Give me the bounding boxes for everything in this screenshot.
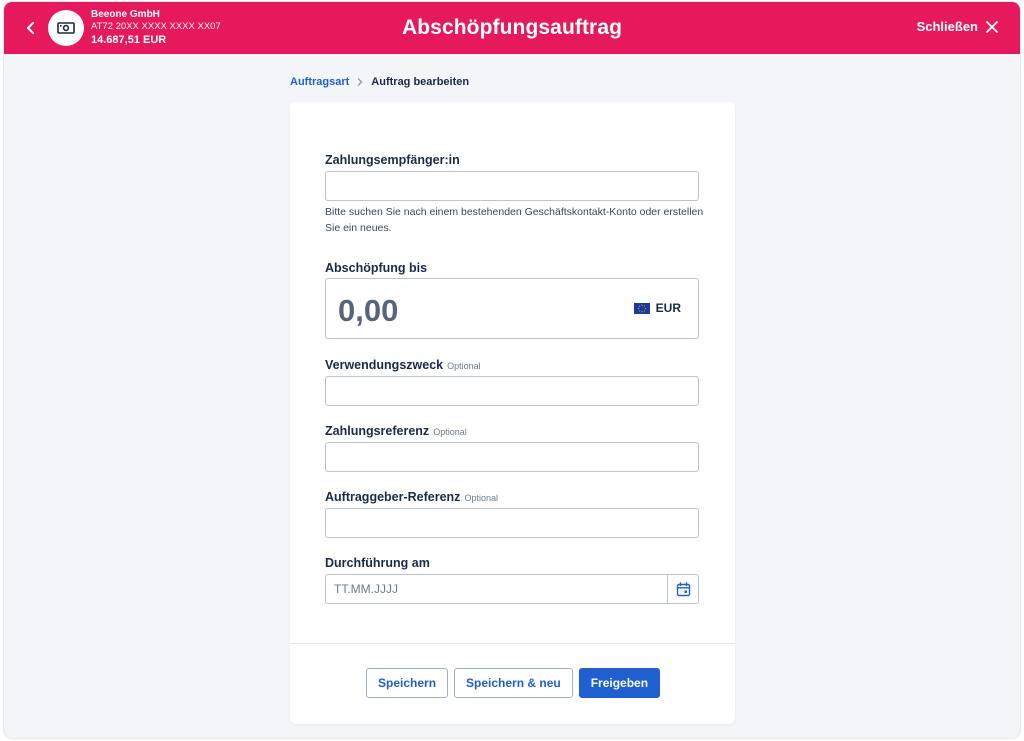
breadcrumb-link-order-type[interactable]: Auftragsart xyxy=(290,76,349,88)
form-actions: Speichern Speichern & neu Freigeben xyxy=(366,668,661,698)
execution-date-input[interactable] xyxy=(325,574,667,604)
page-title: Abschöpfungsauftrag xyxy=(401,16,623,39)
app-window: Beeone GmbH AT72 20XX XXXX XXXX XX07 14.… xyxy=(4,2,1020,738)
release-button[interactable]: Freigeben xyxy=(578,668,661,698)
purpose-input[interactable] xyxy=(325,376,699,406)
close-icon xyxy=(986,20,998,33)
payment-reference-label: Zahlungsreferenz Optional xyxy=(325,424,467,438)
payee-hint: Bitte suchen Sie nach einem bestehenden … xyxy=(325,206,704,234)
amount-input[interactable]: 0,00 EUR xyxy=(325,278,699,339)
ordering-reference-label: Auftraggeber-Referenz Optional xyxy=(325,490,498,504)
calendar-icon xyxy=(676,581,690,596)
optional-tag: Optional xyxy=(433,427,467,437)
currency-code: EUR xyxy=(655,301,681,315)
purpose-label: Verwendungszweck Optional xyxy=(325,358,481,372)
save-button[interactable]: Speichern xyxy=(366,668,449,698)
order-form-card: Zahlungsempfänger:in Bitte suchen Sie na… xyxy=(290,102,735,724)
eu-flag-icon xyxy=(633,302,650,314)
amount-value: 0,00 xyxy=(338,293,399,328)
amount-label: Abschöpfung bis xyxy=(325,261,428,275)
close-label: Schließen xyxy=(916,19,978,34)
header-bar: Beeone GmbH AT72 20XX XXXX XXXX XX07 14.… xyxy=(4,2,1020,54)
optional-tag: Optional xyxy=(464,493,498,503)
save-and-new-button[interactable]: Speichern & neu xyxy=(454,668,573,698)
close-button[interactable]: Schließen xyxy=(917,19,998,34)
footer-divider xyxy=(290,643,735,644)
payee-input[interactable] xyxy=(325,171,699,201)
ordering-reference-input[interactable] xyxy=(325,508,699,538)
chevron-right-icon xyxy=(358,78,363,86)
payment-reference-input[interactable] xyxy=(325,442,699,472)
calendar-button[interactable] xyxy=(667,574,699,604)
optional-tag: Optional xyxy=(447,361,481,371)
currency-selector: EUR xyxy=(633,301,681,315)
execution-date-label: Durchführung am xyxy=(325,556,430,570)
breadcrumb-current: Auftrag bearbeiten xyxy=(371,76,470,88)
breadcrumb: Auftragsart Auftrag bearbeiten xyxy=(290,76,469,88)
payee-label: Zahlungsempfänger:in xyxy=(325,153,460,167)
